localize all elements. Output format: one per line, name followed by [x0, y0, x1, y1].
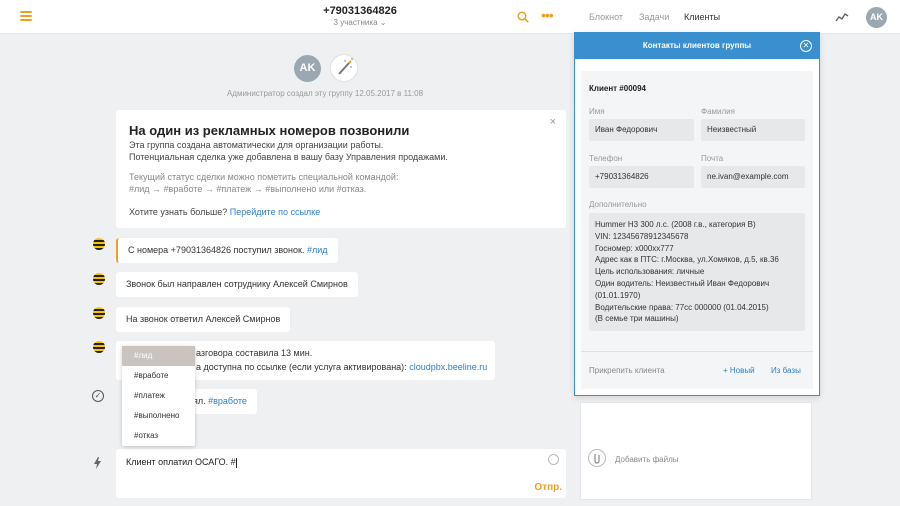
activity-chart-icon[interactable]	[835, 11, 849, 23]
first-name-field[interactable]: Иван Федорович	[589, 119, 694, 141]
email-label: Почта	[701, 154, 724, 163]
option-radio[interactable]	[548, 454, 559, 465]
message-text: азговора составила 13 мин.	[196, 348, 313, 358]
note-line: Hummer H3 300 л.с. (2008 г.в., категория…	[595, 220, 756, 229]
hashtag-suggestions: #лид #вработе #платеж #выполнено #отказ	[122, 346, 195, 446]
message-bubble: Звонок был направлен сотруднику Алексей …	[116, 272, 358, 297]
learn-more-link[interactable]: Перейдите по ссылке	[230, 207, 320, 217]
top-bar: +79031364826 3 участника ⌄ ••• Блокнот З…	[0, 0, 900, 34]
message-input-value: Клиент оплатил ОСАГО. #	[126, 457, 236, 467]
suggestion-lead[interactable]: #лид	[122, 346, 195, 366]
group-avatar: AK	[294, 55, 321, 82]
message-bubble: На звонок ответил Алексей Смирнов	[116, 307, 291, 332]
hashtag-link[interactable]: #вработе	[208, 396, 247, 406]
card-question: Хотите узнать больше? Перейдите по ссылк…	[129, 207, 320, 217]
beeline-logo-icon	[93, 341, 105, 353]
last-name-label: Фамилия	[701, 107, 735, 116]
card-text: Потенциальная сделка уже добавлена в ваш…	[129, 152, 448, 162]
close-icon[interactable]: ×	[550, 116, 556, 128]
search-icon[interactable]	[517, 11, 529, 23]
add-files-button[interactable]: Добавить файлы	[615, 455, 679, 464]
check-circle-icon: ✓	[92, 390, 104, 402]
message-input[interactable]: Клиент оплатил ОСАГО. #	[126, 457, 237, 468]
note-line: VIN: 12345678912345678	[595, 231, 689, 241]
new-client-button[interactable]: + Новый	[723, 366, 755, 375]
phone-field[interactable]: +79031364826	[589, 166, 694, 188]
extra-label: Дополнительно	[589, 200, 647, 209]
suggestion-rejected[interactable]: #отказ	[122, 426, 195, 446]
send-button[interactable]: Отпр.	[534, 482, 562, 493]
message-composer[interactable]: Клиент оплатил ОСАГО. # Отпр.	[116, 449, 566, 498]
phone-label: Телефон	[589, 154, 623, 163]
lightning-icon[interactable]	[93, 457, 102, 469]
menu-icon[interactable]	[20, 11, 32, 21]
note-line: Адрес как в ПТС: г.Москва, ул.Хомяков, д…	[595, 255, 779, 265]
suggestion-payment[interactable]: #платеж	[122, 386, 195, 406]
client-id: Клиент #00094	[589, 84, 646, 93]
note-line: (01.01.1970)	[595, 290, 641, 300]
message-text: С номера +79031364826 поступил звонок.	[128, 245, 305, 255]
note-line: (В семье три машины)	[595, 314, 679, 324]
note-line: Один водитель: Неизвестный Иван Федорови…	[595, 278, 770, 288]
info-card: × На один из рекламных номеров позвонили…	[116, 110, 566, 228]
beeline-logo-icon	[93, 238, 105, 250]
chat-title[interactable]: +79031364826	[280, 5, 440, 17]
card-text: Текущий статус сделки можно пометить спе…	[129, 172, 399, 182]
magic-wand-icon	[330, 54, 358, 82]
paperclip-icon[interactable]	[588, 449, 606, 467]
more-icon[interactable]: •••	[541, 8, 554, 22]
user-avatar[interactable]: AK	[866, 7, 887, 28]
note-line: Водительские права: 77сс 000000 (01.04.2…	[595, 302, 769, 312]
participants-count: 3 участника	[333, 18, 378, 27]
message-text: а доступна по ссылке (если услуга активи…	[196, 362, 407, 372]
message-text: Звонок был направлен сотруднику Алексей …	[126, 279, 348, 289]
tab-tasks[interactable]: Задачи	[639, 12, 669, 22]
extra-info-field[interactable]: Hummer H3 300 л.с. (2008 г.в., категория…	[589, 213, 805, 331]
chevron-down-icon: ⌄	[379, 18, 387, 27]
client-contacts-panel: Контакты клиентов группы ✕ Клиент #00094…	[574, 32, 820, 396]
message-text-line: а доступна по ссылке (если услуга активи…	[196, 362, 487, 372]
system-note: Администратор создал эту группу 12.05.20…	[226, 89, 424, 98]
participants-dropdown[interactable]: 3 участника ⌄	[280, 18, 440, 27]
panel-title: Контакты клиентов группы	[575, 33, 819, 59]
tab-notebook[interactable]: Блокнот	[589, 12, 623, 22]
attachments-area: Добавить файлы	[580, 402, 812, 500]
message-bubble: С номера +79031364826 поступил звонок. #…	[116, 238, 338, 263]
beeline-logo-icon	[93, 273, 105, 285]
tab-clients[interactable]: Клиенты	[684, 12, 720, 22]
first-name-label: Имя	[589, 107, 605, 116]
recording-link[interactable]: cloudpbx.beeline.ru	[409, 362, 487, 372]
suggestion-done[interactable]: #выполнено	[122, 406, 195, 426]
card-text: Эта группа создана автоматически для орг…	[129, 140, 384, 150]
last-name-field[interactable]: Неизвестный	[701, 119, 805, 141]
close-panel-icon[interactable]: ✕	[800, 40, 812, 52]
text-caret	[235, 457, 237, 468]
note-line: Цель использования: личные	[595, 267, 705, 277]
card-text: #лид → #вработе → #платеж → #выполнено и…	[129, 184, 367, 194]
from-database-button[interactable]: Из базы	[771, 366, 801, 375]
card-question-text: Хотите узнать больше?	[129, 207, 228, 217]
attach-client-label: Прикрепить клиента	[589, 366, 665, 375]
beeline-logo-icon	[93, 307, 105, 319]
suggestion-in-progress[interactable]: #вработе	[122, 366, 195, 386]
panel-footer: Прикрепить клиента + Новый Из базы	[581, 351, 813, 389]
client-card: Клиент #00094 Имя Фамилия Иван Федорович…	[581, 71, 813, 389]
message-text: На звонок ответил Алексей Смирнов	[126, 314, 281, 324]
email-field[interactable]: ne.ivan@example.com	[701, 166, 805, 188]
note-line: Госномер: х000хх777	[595, 243, 674, 253]
hashtag-link[interactable]: #лид	[307, 245, 328, 255]
card-title: На один из рекламных номеров позвонили	[129, 123, 410, 138]
